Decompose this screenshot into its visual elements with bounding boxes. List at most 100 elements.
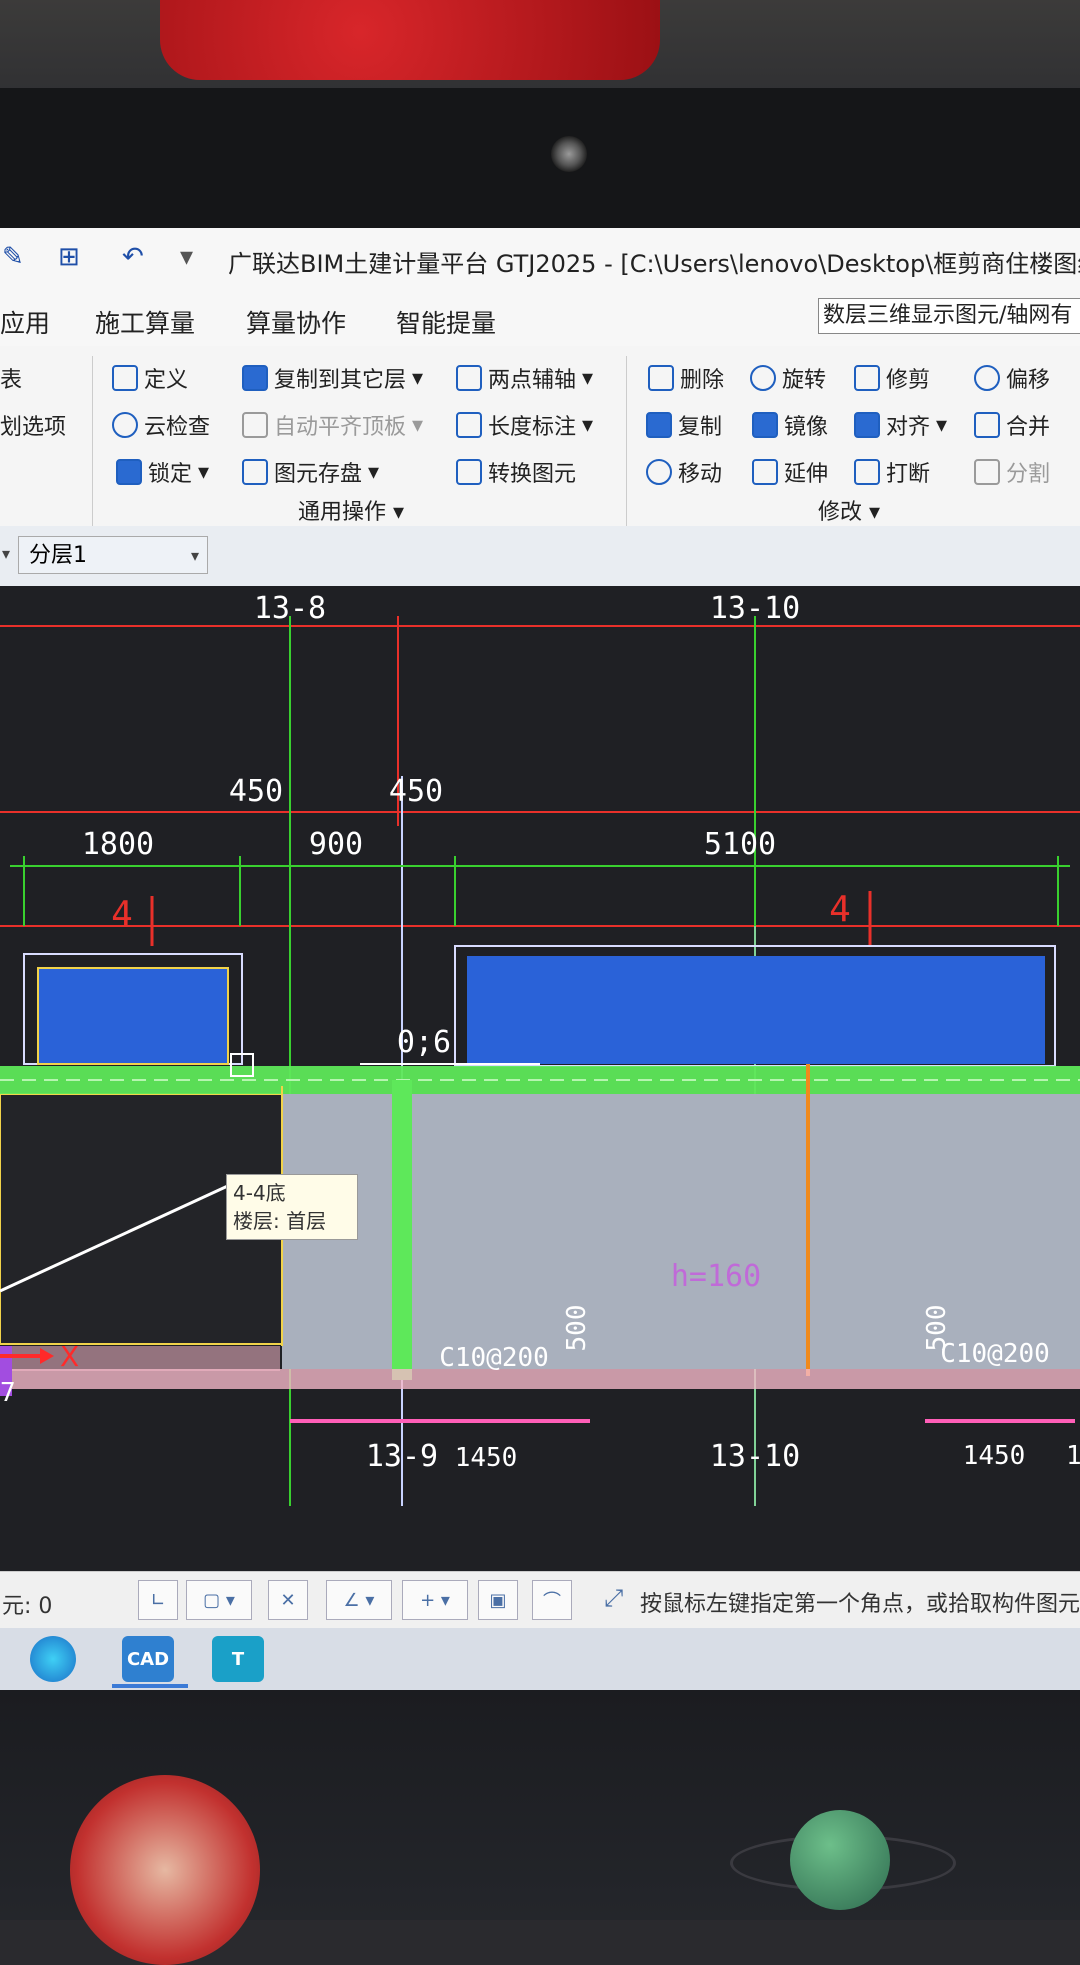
break-icon [854,459,880,485]
rotate-button[interactable]: 旋转 [750,362,826,394]
ribbon-divider [626,356,627,526]
taskbar: CAD T [0,1628,1080,1690]
polar-icon[interactable]: ⌒ [532,1580,572,1620]
element-tooltip: 4-4底 楼层: 首层 [226,1174,358,1240]
axis-label-13-9: 13-9 [366,1439,438,1474]
mirror-icon [752,412,778,438]
dim-label-450-right: 450 [389,774,443,809]
search-input[interactable]: 数层三维显示图元/轴网有 [818,298,1080,334]
drawing-canvas[interactable]: 13-8 13-10 450 450 1800 900 5100 4 4 0;6… [0,586,1080,1571]
cloud-check-label: 云检查 [144,415,211,440]
offset-button[interactable]: 偏移 [974,362,1050,394]
two-point-axis-dropdown-icon: ▾ [582,365,594,391]
layer-left-dropdown-icon[interactable]: ▾ [2,544,10,563]
mirror-button[interactable]: 镜像 [752,409,828,441]
section-label-left: 4 [111,894,133,935]
split-label: 分割 [1006,462,1051,487]
element-save-dropdown-icon: ▾ [368,459,380,485]
copy-icon [646,412,672,438]
menu-collaboration[interactable]: 算量协作 [246,304,346,340]
cross-icon[interactable]: ✕ [268,1580,308,1620]
frame-icon[interactable]: ⊞ [58,242,80,272]
split-button[interactable]: 分割 [974,456,1050,488]
break-label: 打断 [886,462,931,487]
lock-label: 锁定 [148,462,193,487]
delete-button[interactable]: 删除 [648,362,724,394]
break-button[interactable]: 打断 [854,456,930,488]
copy-to-layer-dropdown-icon: ▾ [412,365,424,391]
two-point-axis-button[interactable]: 两点辅轴 ▾ [456,362,593,394]
floor-grey [412,1094,1080,1369]
layer-select[interactable]: 分层1 ▾ [18,536,208,574]
copy-to-layer-label: 复制到其它层 [274,368,407,393]
coord-text: 0;6 [397,1025,451,1060]
angle-icon[interactable]: ∠ ▾ [326,1580,392,1620]
status-bar: 元: 0 ∟ ▢ ▾ ✕ ∠ ▾ + ▾ ▣ ⌒ ⤢ 按鼠标左键指定第一个角点，… [0,1571,1080,1628]
length-dim-button[interactable]: 长度标注 ▾ [456,409,593,441]
ribbon-left-partial-1[interactable]: 表 [0,362,22,394]
modify-group-label[interactable]: 修改 ▾ [818,494,880,526]
lock-icon [116,459,142,485]
quick-access-dropdown-icon[interactable]: ▾ [180,242,193,272]
axis-label-13-10: 13-10 [710,591,800,626]
align-dropdown-icon: ▾ [936,412,948,438]
define-label: 定义 [144,368,189,393]
element-save-icon [242,459,268,485]
trash-icon [648,365,674,391]
pen-icon[interactable]: ✎ [2,242,24,272]
display-icon[interactable]: ▣ [478,1580,518,1620]
ortho-icon[interactable]: ∟ [138,1580,178,1620]
beam-green-vertical [392,1080,412,1380]
common-ops-group-label[interactable]: 通用操作 ▾ [298,494,404,526]
cad-app-icon[interactable]: CAD [122,1636,174,1682]
extend-icon [752,459,778,485]
convert-element-button[interactable]: 转换图元 [456,456,576,488]
undo-icon[interactable]: ↶ [122,242,144,272]
mirror-label: 镜像 [784,415,829,440]
trim-button[interactable]: 修剪 [854,362,930,394]
move-label: 移动 [678,462,723,487]
auto-align-top-button[interactable]: 自动平齐顶板 ▾ [242,409,423,441]
pink-line [290,1419,590,1423]
dynamic-input-icon[interactable]: + ▾ [402,1580,468,1620]
auto-align-top-dropdown-icon: ▾ [412,412,424,438]
menu-app[interactable]: 应用 [0,304,50,340]
define-icon [112,365,138,391]
copy-button[interactable]: 复制 [646,409,722,441]
trim-icon [854,365,880,391]
axis-label-13-10-bottom: 13-10 [710,1439,800,1474]
decorative-planet [790,1810,890,1910]
menu-smart-extract[interactable]: 智能提量 [396,304,496,340]
gtj-app-icon[interactable]: T [212,1636,264,1682]
cloud-check-button[interactable]: 云检查 [112,409,210,441]
laptop-bezel [0,88,1080,228]
offset-icon [974,365,1000,391]
element-save-button[interactable]: 图元存盘 ▾ [242,456,379,488]
left-partial-label: 7 [0,1378,16,1408]
merge-label: 合并 [1006,415,1051,440]
move-button[interactable]: 移动 [646,456,722,488]
edge-browser-icon[interactable] [30,1636,76,1682]
merge-button[interactable]: 合并 [974,409,1050,441]
delete-label: 删除 [680,368,725,393]
dim-label-5100: 5100 [704,827,776,862]
ribbon-left-partial-2[interactable]: 划选项 [0,409,66,441]
ribbon-divider [92,356,93,526]
tooltip-floor: 楼层: 首层 [233,1209,327,1233]
modify-dropdown-icon: ▾ [869,500,881,525]
move-icon [646,459,672,485]
copy-to-layer-button[interactable]: 复制到其它层 ▾ [242,362,423,394]
rotate-label: 旋转 [782,368,827,393]
auto-align-top-icon [242,412,268,438]
axis-label-13-8: 13-8 [254,591,326,626]
define-button[interactable]: 定义 [112,362,188,394]
snap-box-icon[interactable]: ▢ ▾ [186,1580,252,1620]
menu-construction-qty[interactable]: 施工算量 [95,304,195,340]
extend-button[interactable]: 延伸 [752,456,828,488]
lock-button[interactable]: 锁定 ▾ [116,456,209,488]
red-ornament [160,0,660,80]
length-dim-label: 长度标注 [488,415,577,440]
ribbon: 表 划选项 定义 云检查 锁定 ▾ 复制到其它层 ▾ 自动平齐顶板 ▾ 图元存盘… [0,346,1080,527]
rotate-icon [750,365,776,391]
align-button[interactable]: 对齐 ▾ [854,409,947,441]
